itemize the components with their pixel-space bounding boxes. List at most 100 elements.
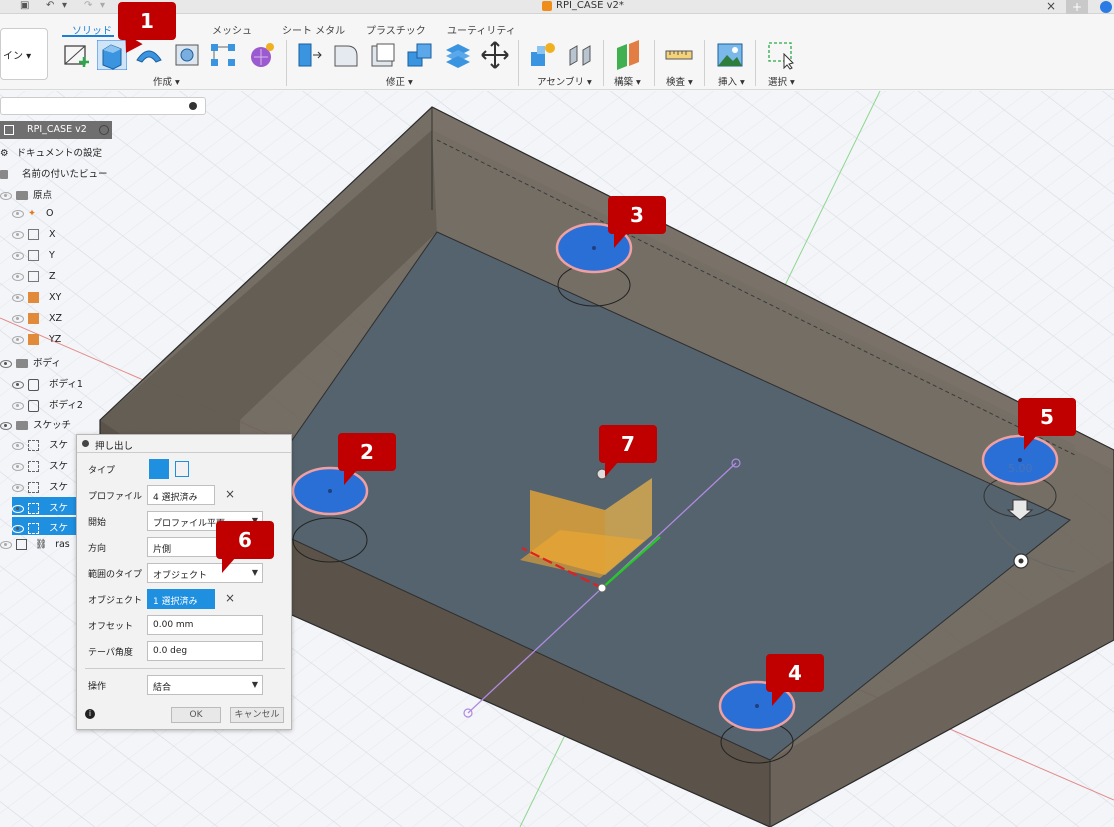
- clear-profile-icon[interactable]: ×: [225, 487, 235, 501]
- tree-item-link[interactable]: ⛓ ras: [0, 539, 70, 557]
- redo-dropdown-icon[interactable]: ▾: [100, 0, 105, 11]
- tree-item-body2[interactable]: ボディ2: [12, 397, 83, 415]
- tree-item-sketch-selected[interactable]: スケ: [12, 497, 76, 515]
- object-selection[interactable]: 1 選択済み: [147, 589, 215, 609]
- tree-item-xz-plane[interactable]: XZ: [12, 313, 62, 331]
- redo-icon[interactable]: ↷: [84, 0, 92, 11]
- group-create-label[interactable]: 作成 ▾: [153, 74, 180, 88]
- eye-hidden-icon[interactable]: [12, 251, 24, 260]
- tab-utility[interactable]: ユーティリティ: [447, 22, 516, 37]
- joint-icon[interactable]: [565, 40, 595, 70]
- move-icon[interactable]: [480, 40, 510, 70]
- group-assembly-label[interactable]: アセンブリ ▾: [537, 74, 592, 88]
- cancel-button[interactable]: キャンセル: [230, 707, 284, 723]
- ok-button[interactable]: OK: [171, 707, 221, 723]
- tree-root[interactable]: RPI_CASE v2: [0, 121, 112, 139]
- create-form-icon[interactable]: [246, 40, 276, 70]
- eye-hidden-icon[interactable]: [12, 401, 24, 410]
- tree-item-sketch[interactable]: スケ: [12, 458, 68, 476]
- eye-icon[interactable]: [0, 359, 12, 368]
- measure-icon[interactable]: [664, 40, 694, 70]
- group-construct-label[interactable]: 構築 ▾: [614, 74, 641, 88]
- collapse-panel-icon[interactable]: [189, 102, 197, 110]
- type-solid-icon[interactable]: [149, 459, 169, 479]
- tree-item-bodies[interactable]: ボディ: [0, 355, 61, 373]
- tree-item-origin-point[interactable]: ✦ O: [12, 208, 53, 226]
- tree-item-z-axis[interactable]: Z: [12, 271, 56, 289]
- dimension-value[interactable]: 5.00: [1008, 462, 1033, 475]
- tab-mesh[interactable]: メッシュ: [212, 22, 252, 37]
- offset-input[interactable]: 0.00 mm: [147, 615, 263, 635]
- tree-item-sketch[interactable]: スケ: [12, 437, 68, 455]
- pattern-icon[interactable]: [208, 40, 238, 70]
- dialog-header[interactable]: 押し出し: [77, 435, 291, 453]
- window-select-icon[interactable]: [766, 40, 796, 70]
- press-pull-icon[interactable]: [294, 40, 324, 70]
- tab-plastic[interactable]: プラスチック: [366, 22, 426, 37]
- tree-item-yz-plane[interactable]: YZ: [12, 334, 61, 352]
- undo-icon[interactable]: ↶: [46, 0, 54, 11]
- combine-icon[interactable]: [405, 40, 435, 70]
- group-inspect-label[interactable]: 検査 ▾: [666, 74, 693, 88]
- tree-item-origin[interactable]: 原点: [0, 187, 52, 205]
- tree-item-sketches[interactable]: スケッチ: [0, 417, 71, 435]
- eye-icon[interactable]: [12, 380, 24, 389]
- document-title[interactable]: RPI_CASE v2*: [556, 0, 624, 11]
- extrude-dialog[interactable]: 押し出し タイプ プロファイル 4 選択済み × 開始 プロファイル平面▼ 方向…: [76, 434, 292, 730]
- eye-icon[interactable]: [0, 421, 12, 430]
- eye-icon[interactable]: [12, 504, 24, 513]
- eye-hidden-icon[interactable]: [0, 191, 12, 200]
- dialog-divider: [85, 668, 285, 669]
- info-icon[interactable]: i: [85, 709, 95, 719]
- origin-point[interactable]: [597, 583, 607, 593]
- close-tab-icon[interactable]: ×: [1046, 0, 1056, 13]
- dialog-collapse-icon[interactable]: [82, 440, 89, 447]
- tree-item-x-axis[interactable]: X: [12, 229, 56, 247]
- tree-item-y-axis[interactable]: Y: [12, 250, 55, 268]
- split-body-icon[interactable]: [442, 40, 472, 70]
- extent-select[interactable]: オブジェクト ▼: [147, 563, 263, 583]
- eye-hidden-icon[interactable]: [12, 462, 24, 471]
- group-select-label[interactable]: 選択 ▾: [768, 74, 795, 88]
- clear-object-icon[interactable]: ×: [225, 591, 235, 605]
- new-tab-button[interactable]: +: [1066, 0, 1088, 14]
- shell-icon[interactable]: [368, 40, 398, 70]
- tree-item-named-views[interactable]: 名前の付いたビュー: [0, 166, 108, 184]
- activate-radio-icon[interactable]: [99, 125, 109, 135]
- eye-hidden-icon[interactable]: [0, 540, 12, 549]
- tree-item-xy-plane[interactable]: XY: [12, 292, 61, 310]
- row-operation: 操作 結合 ▼: [77, 673, 293, 697]
- fillet-icon[interactable]: [331, 40, 361, 70]
- tab-sheet-metal[interactable]: シート メタル: [282, 22, 345, 37]
- eye-hidden-icon[interactable]: [12, 441, 24, 450]
- eye-hidden-icon[interactable]: [12, 314, 24, 323]
- hole-icon[interactable]: [172, 40, 202, 70]
- eye-hidden-icon[interactable]: [12, 272, 24, 281]
- tree-item-sketch[interactable]: スケ: [12, 479, 68, 497]
- operation-select[interactable]: 結合 ▼: [147, 675, 263, 695]
- browser-header[interactable]: [0, 97, 206, 115]
- workspace-switcher[interactable]: イン ▾: [0, 28, 48, 80]
- profile-selection[interactable]: 4 選択済み: [147, 485, 215, 505]
- eye-hidden-icon[interactable]: [12, 335, 24, 344]
- tree-item-body1[interactable]: ボディ1: [12, 376, 83, 394]
- save-icon[interactable]: ▣: [20, 0, 29, 11]
- eye-hidden-icon[interactable]: [12, 209, 24, 218]
- group-insert-label[interactable]: 挿入 ▾: [718, 74, 745, 88]
- group-modify-label[interactable]: 修正 ▾: [386, 74, 413, 88]
- eye-hidden-icon[interactable]: [12, 293, 24, 302]
- eye-hidden-icon[interactable]: [12, 230, 24, 239]
- insert-image-icon[interactable]: [715, 40, 745, 70]
- tree-item-sketch-selected[interactable]: スケ: [12, 517, 76, 535]
- undo-dropdown-icon[interactable]: ▾: [62, 0, 67, 11]
- offset-plane-icon[interactable]: [613, 40, 643, 70]
- profile-label: プロファイル: [88, 492, 143, 502]
- tree-item-doc-settings[interactable]: ⚙ ドキュメントの設定: [0, 145, 102, 163]
- taper-input[interactable]: 0.0 deg: [147, 641, 263, 661]
- notification-icon[interactable]: [1100, 1, 1112, 13]
- eye-hidden-icon[interactable]: [12, 483, 24, 492]
- create-sketch-icon[interactable]: [61, 40, 91, 70]
- new-component-icon[interactable]: [527, 40, 557, 70]
- eye-icon[interactable]: [12, 524, 24, 533]
- type-thin-icon[interactable]: [175, 461, 189, 477]
